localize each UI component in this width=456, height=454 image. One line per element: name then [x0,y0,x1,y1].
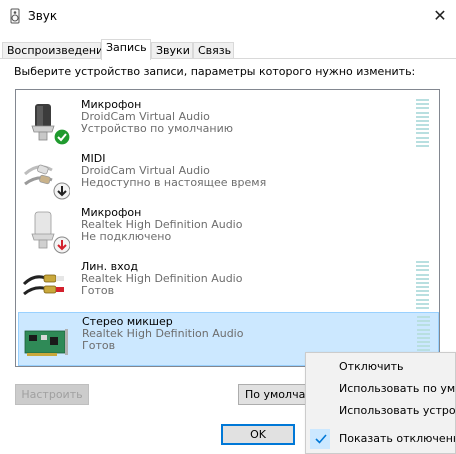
title-bar: Звук ✕ [0,0,456,32]
checkmark-icon [315,434,327,444]
device-item-line-in[interactable]: Лин. вход Realtek High Definition Audio … [18,258,439,312]
rca-cable-icon [23,164,70,200]
menu-item-set-default-communication[interactable]: Использовать устрой [306,400,455,422]
device-item-microphone-droidcam[interactable]: Микрофон DroidCam Virtual Audio Устройст… [18,96,439,150]
instruction-text: Выберите устройство записи, параметры ко… [14,65,416,78]
tab-bar: Воспроизведение Запись Звуки Связь [0,39,456,60]
level-meter [416,99,429,147]
tab-recording[interactable]: Запись [101,39,151,60]
device-item-midi[interactable]: MIDI DroidCam Virtual Audio Недоступно в… [18,150,439,204]
menu-item-show-disabled[interactable]: Показать отключенны [306,428,455,450]
close-button[interactable]: ✕ [430,6,450,26]
device-status: Недоступно в настоящее время [81,176,267,189]
ok-button[interactable]: OK [221,424,295,445]
device-status: Не подключено [81,230,172,243]
context-menu: Отключить Использовать по умо Использова… [305,352,456,454]
configure-button[interactable]: Настроить [15,384,89,405]
menu-item-disable[interactable]: Отключить [306,356,455,378]
window-title: Звук [28,9,58,23]
microphone-icon [31,211,70,254]
menu-item-set-default[interactable]: Использовать по умо [306,378,455,400]
device-status: Готов [82,339,116,352]
sound-card-icon [24,329,68,356]
device-list[interactable]: Микрофон DroidCam Virtual Audio Устройст… [15,89,440,367]
speaker-icon [10,8,20,24]
microphone-icon [31,104,70,146]
device-status: Готов [81,284,115,297]
device-item-microphone-realtek[interactable]: Микрофон Realtek High Definition Audio Н… [18,204,439,258]
level-meter [416,261,429,309]
rca-cable-icon [22,274,64,296]
device-status: Устройство по умолчанию [81,122,234,135]
